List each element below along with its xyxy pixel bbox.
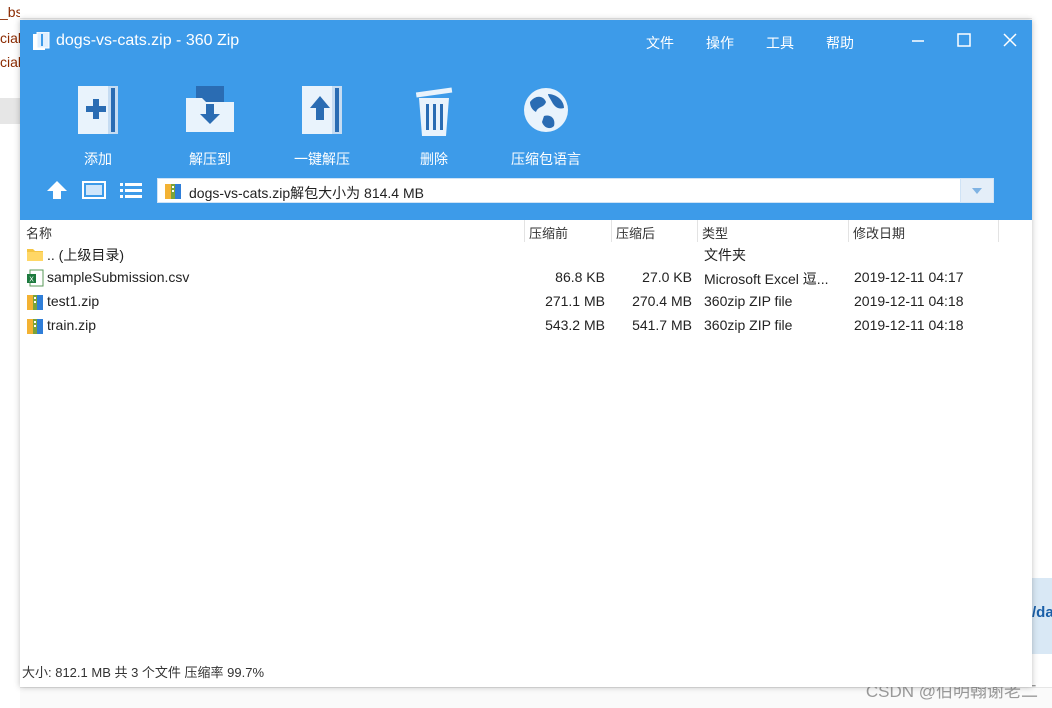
column-size-before[interactable]: 压缩前 [529,223,568,242]
file-name: .. (上级目录) [47,247,124,263]
file-size-before: 86.8 KB [555,269,605,285]
menu-help[interactable]: 帮助 [826,33,854,53]
file-row[interactable]: test1.zip 271.1 MB 270.4 MB 360zip ZIP f… [20,290,1032,314]
toolbar-extract-to-label: 解压到 [189,151,231,167]
file-type: Microsoft Excel 逗... [704,271,829,287]
list-view-button[interactable] [118,180,144,200]
arrow-up-icon [47,181,67,199]
file-date: 2019-12-11 04:18 [854,317,964,333]
file-size-after: 270.4 MB [632,293,692,309]
file-size-after: 27.0 KB [642,269,692,285]
toolbar-one-click-extract-label: 一键解压 [294,151,350,167]
window-title: dogs-vs-cats.zip - 360 Zip [56,32,240,49]
zip-window: dogs-vs-cats.zip - 360 Zip 文件 操作 工具 帮助 添… [20,20,1032,687]
file-size-before: 271.1 MB [545,293,605,309]
address-bar[interactable]: dogs-vs-cats.zip解包大小为 814.4 MB [157,178,994,203]
window-header: dogs-vs-cats.zip - 360 Zip 文件 操作 工具 帮助 添… [20,20,1032,220]
background-band [0,98,20,124]
zip-icon [165,184,181,199]
status-bar: 大小: 812.1 MB 共 3 个文件 压缩率 99.7% [22,665,265,680]
thumbnail-view-icon [82,181,106,199]
toolbar-delete-label: 删除 [420,151,448,167]
background-text: cial_ [0,30,20,46]
chevron-down-icon [972,188,982,194]
column-divider [697,220,698,242]
file-date: 2019-12-11 04:18 [854,293,964,309]
column-name[interactable]: 名称 [26,223,52,242]
file-row[interactable]: X sampleSubmission.csv 86.8 KB 27.0 KB M… [20,266,1032,290]
excel-icon: X [27,269,44,287]
zip-icon [27,295,43,310]
list-view-icon [120,183,142,198]
thumbnail-view-button[interactable] [81,180,107,200]
svg-text:X: X [29,276,34,284]
one-click-extract-icon [302,86,342,134]
menu-file[interactable]: 文件 [646,33,674,53]
globe-icon [524,88,568,132]
app-icon [33,32,50,50]
toolbar-archive-language-label: 压缩包语言 [511,151,581,167]
file-type: 360zip ZIP file [704,293,793,309]
file-type: 360zip ZIP file [704,317,793,333]
toolbar-one-click-extract-button[interactable]: 一键解压 [277,80,367,169]
column-divider [848,220,849,242]
up-level-button[interactable] [44,180,70,200]
maximize-button[interactable] [946,28,982,54]
background-top-bar [20,0,1052,19]
menu-tools[interactable]: 工具 [766,33,794,53]
background-text: cial_ [0,54,20,70]
file-date: 2019-12-11 04:17 [854,269,964,285]
close-icon [1003,33,1017,47]
file-name: train.zip [47,317,97,333]
background-text: _bs128 [0,4,20,20]
minimize-button[interactable] [900,28,936,54]
column-divider [611,220,612,242]
close-button[interactable] [992,28,1028,54]
column-size-after[interactable]: 压缩后 [616,223,655,242]
column-type[interactable]: 类型 [702,223,728,242]
column-modified[interactable]: 修改日期 [853,223,905,242]
file-type: 文件夹 [704,247,746,263]
file-row[interactable]: train.zip 543.2 MB 541.7 MB 360zip ZIP f… [20,314,1032,338]
file-list-header: 名称 压缩前 压缩后 类型 修改日期 [20,220,1032,242]
toolbar-add-button[interactable]: 添加 [53,80,143,169]
minimize-icon [912,40,924,42]
column-divider [998,220,999,242]
column-divider [524,220,525,242]
toolbar-delete-button[interactable]: 删除 [389,80,479,169]
toolbar-archive-language-button[interactable]: 压缩包语言 [501,80,591,169]
address-dropdown-button[interactable] [960,179,993,202]
file-size-before: 543.2 MB [545,317,605,333]
zip-icon [27,319,43,334]
file-name: sampleSubmission.csv [47,269,190,285]
delete-icon [415,87,453,136]
file-row-parent[interactable]: .. (上级目录) 文件夹 [20,242,1032,266]
maximize-icon [957,33,971,47]
add-icon [78,86,118,134]
address-text: dogs-vs-cats.zip解包大小为 814.4 MB [189,185,424,201]
file-name: test1.zip [47,293,100,309]
menu-operate[interactable]: 操作 [706,33,734,53]
background-path-text: /da [1032,604,1052,621]
file-list: .. (上级目录) 文件夹 X sampleSubmission.csv 86.… [20,242,1032,338]
file-size-after: 541.7 MB [632,317,692,333]
toolbar-extract-to-button[interactable]: 解压到 [165,80,255,169]
extract-to-icon [186,86,234,132]
toolbar-add-label: 添加 [84,151,112,167]
folder-icon [27,249,43,261]
